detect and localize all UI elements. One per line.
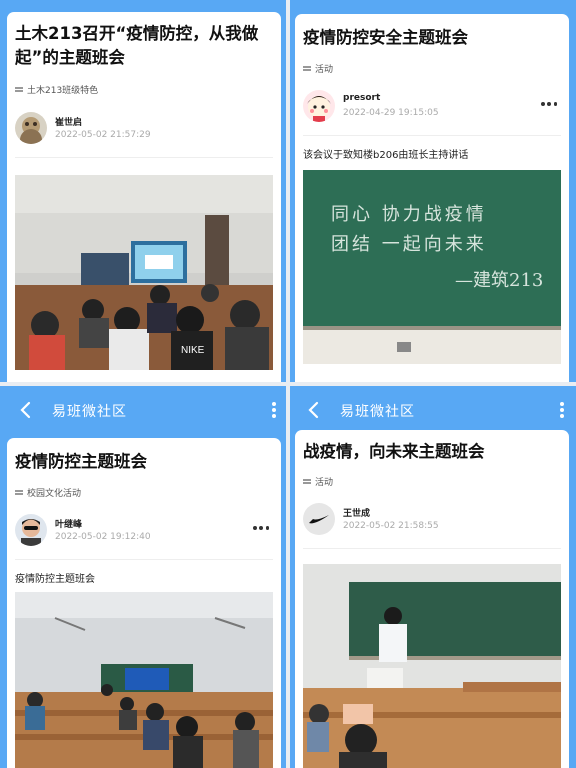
post-title: 土木213召开“疫情防控，从我做起”的主题班会 [15, 24, 259, 67]
post-tag[interactable]: 活动 [303, 475, 333, 488]
post-panel-2: 疫情防控安全主题班会 活动 presort 2022-04-29 19:15:0… [288, 0, 576, 384]
author-name[interactable]: presort [343, 93, 380, 103]
post-tag[interactable]: 校园文化活动 [15, 486, 81, 499]
divider [15, 157, 273, 158]
post-title: 疫情防控安全主题班会 [303, 28, 468, 47]
avatar[interactable] [15, 514, 47, 546]
avatar[interactable] [15, 112, 47, 144]
post-photo[interactable]: 同心 协力战疫情 团结 一起向未来 —建筑213 [303, 170, 561, 364]
post-tag[interactable]: 土木213班级特色 [15, 83, 98, 96]
post-intro: 疫情防控主题班会 [15, 574, 95, 585]
post-card: 战疫情，向未来主题班会 活动 王世成 2022-05-02 21:58:55 [295, 430, 569, 768]
post-panel-4: 易班微社区 战疫情，向未来主题班会 活动 王世成 2022-05-02 21:5… [288, 384, 576, 768]
divider [303, 135, 561, 136]
post-time: 2022-05-02 21:57:29 [55, 130, 151, 140]
app-title: 易班微社区 [340, 404, 415, 420]
post-card: 疫情防控安全主题班会 活动 presort 2022-04-29 19:15:0… [295, 14, 569, 384]
post-card: 土木213召开“疫情防控，从我做起”的主题班会 土木213班级特色 崔世启 20… [7, 12, 281, 384]
author-row[interactable]: presort 2022-04-29 19:15:05 [303, 90, 561, 124]
app-header: 易班微社区 [288, 384, 576, 436]
post-title: 疫情防控主题班会 [15, 452, 147, 471]
post-time: 2022-05-02 21:58:55 [343, 521, 439, 531]
svg-text:NIKE: NIKE [181, 345, 205, 356]
author-row[interactable]: 崔世启 2022-05-02 21:57:29 [15, 112, 273, 146]
post-title: 战疫情，向未来主题班会 [303, 442, 485, 461]
board-signature: —建筑213 [455, 270, 544, 291]
tag-label: 土木213班级特色 [27, 86, 99, 96]
tag-icon [303, 65, 311, 72]
post-photo[interactable] [303, 564, 561, 768]
divider [303, 548, 561, 549]
collage-gutter-horizontal [0, 382, 576, 386]
post-photo[interactable]: NIKE [15, 175, 273, 370]
post-panel-1: 土木213召开“疫情防控，从我做起”的主题班会 土木213班级特色 崔世启 20… [0, 0, 288, 384]
post-time: 2022-05-02 19:12:40 [55, 532, 151, 542]
author-name[interactable]: 崔世启 [55, 115, 82, 128]
board-line-2: 团结 一起向未来 [331, 234, 487, 255]
tag-label: 校园文化活动 [27, 489, 82, 499]
post-photo[interactable] [15, 592, 273, 768]
app-header: 易班微社区 [0, 384, 288, 436]
author-name[interactable]: 叶继峰 [55, 517, 82, 530]
back-arrow-icon[interactable] [302, 398, 326, 422]
author-row[interactable]: 叶继峰 2022-05-02 19:12:40 [15, 514, 273, 548]
post-intro: 该会议于致知楼b206由班长主持讲话 [303, 150, 469, 161]
author-name[interactable]: 王世成 [343, 506, 370, 519]
post-time: 2022-04-29 19:15:05 [343, 108, 439, 118]
more-vertical-icon[interactable] [270, 400, 278, 420]
avatar[interactable] [303, 503, 335, 535]
author-row[interactable]: 王世成 2022-05-02 21:58:55 [303, 503, 561, 537]
tag-icon [15, 86, 23, 93]
post-tag[interactable]: 活动 [303, 62, 333, 75]
tag-label: 活动 [315, 65, 334, 75]
post-card: 疫情防控主题班会 校园文化活动 叶继峰 2022-05-02 19:12:40 … [7, 438, 281, 768]
tag-icon [15, 489, 23, 496]
tag-icon [303, 478, 311, 485]
back-arrow-icon[interactable] [14, 398, 38, 422]
tag-label: 活动 [315, 478, 334, 488]
more-horizontal-icon[interactable] [253, 526, 269, 530]
more-horizontal-icon[interactable] [541, 102, 557, 106]
board-line-1: 同心 协力战疫情 [331, 204, 487, 225]
post-panel-3: 易班微社区 疫情防控主题班会 校园文化活动 叶继峰 2022-05-02 19:… [0, 384, 288, 768]
avatar[interactable] [303, 90, 335, 122]
app-title: 易班微社区 [52, 404, 127, 420]
more-vertical-icon[interactable] [558, 400, 566, 420]
divider [15, 559, 273, 560]
